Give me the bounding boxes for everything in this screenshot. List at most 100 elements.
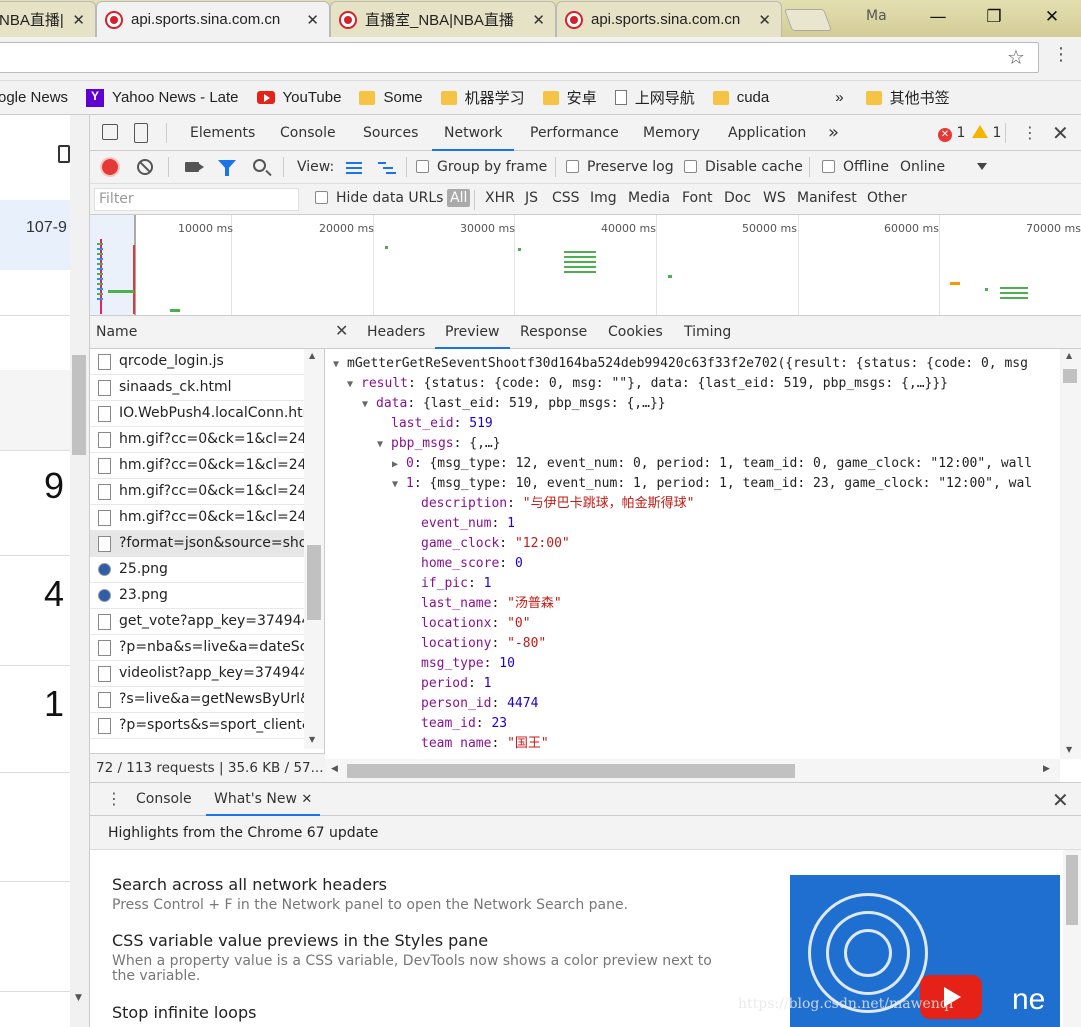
expanded-triangle-icon[interactable]: ▼ — [392, 475, 406, 495]
request-row[interactable]: ?format=json&source=sho... — [90, 531, 304, 557]
request-row[interactable]: qrcode_login.js — [90, 349, 304, 375]
bookmark-folder-some[interactable]: Some — [359, 89, 423, 106]
request-row[interactable]: hm.gif?cc=0&ck=1&cl=24-... — [90, 453, 304, 479]
preview-horizontal-scrollbar[interactable]: ◀ ▶ — [325, 759, 1060, 782]
expanded-triangle-icon[interactable]: ▼ — [347, 375, 361, 395]
devtools-close-icon[interactable]: ✕ — [1052, 121, 1069, 145]
scroll-down-arrow-icon[interactable]: ▼ — [1066, 745, 1072, 754]
filter-type-other[interactable]: Other — [867, 190, 907, 206]
screenshot-camera-icon[interactable] — [185, 162, 204, 172]
bookmark-nav[interactable]: 上网导航 — [614, 87, 695, 108]
tab-console[interactable]: Console — [280, 115, 336, 151]
minimize-icon[interactable]: — — [918, 4, 958, 30]
json-result-line[interactable]: ▼ result: {status: {code: 0, msg: ""}, da… — [325, 374, 1060, 394]
collapsed-triangle-icon[interactable]: ▶ — [392, 455, 406, 475]
scroll-right-arrow-icon[interactable]: ▶ — [1043, 764, 1050, 774]
scroll-down-arrow-icon[interactable]: ▼ — [75, 993, 82, 1003]
tab-cookies[interactable]: Cookies — [608, 316, 663, 349]
drawer-tab-console[interactable]: Console — [136, 783, 192, 816]
tab-headers[interactable]: Headers — [367, 316, 425, 349]
request-row[interactable]: videolist?app_key=3749442 — [90, 661, 304, 687]
scroll-left-arrow-icon[interactable]: ◀ — [331, 764, 338, 774]
json-root-line[interactable]: ▼ mGetterGetReSeventShootf30d164ba524deb9… — [325, 354, 1060, 374]
scroll-up-arrow-icon[interactable]: ▲ — [1066, 351, 1072, 360]
drawer-close-icon[interactable]: ✕ — [1052, 788, 1069, 812]
record-icon[interactable] — [102, 159, 118, 175]
error-counter[interactable]: ✕ 1 — [938, 125, 965, 142]
browser-tab-2[interactable]: api.sports.sina.com.cn ✕ — [96, 1, 330, 37]
request-row[interactable]: ?s=live&a=getNewsByUrl&f — [90, 687, 304, 713]
request-row[interactable]: get_vote?app_key=3749442 — [90, 609, 304, 635]
throttling-select[interactable]: Online — [900, 159, 945, 175]
tab-application[interactable]: Application — [728, 115, 806, 151]
new-tab-button[interactable] — [783, 9, 833, 31]
tab-elements[interactable]: Elements — [190, 115, 255, 151]
device-toolbar-icon[interactable] — [134, 123, 148, 143]
whats-new-item[interactable]: Stop infinite loops — [112, 1003, 732, 1023]
close-icon[interactable]: ✕ — [72, 11, 85, 29]
request-row[interactable]: sinaads_ck.html — [90, 375, 304, 401]
whats-new-item[interactable]: Search across all network headers Press … — [112, 875, 732, 913]
expanded-triangle-icon[interactable]: ▼ — [333, 355, 347, 375]
filter-type-all[interactable]: All — [447, 189, 471, 207]
filter-type-xhr[interactable]: XHR — [485, 190, 515, 206]
search-icon[interactable] — [253, 159, 266, 172]
page-scrollbar[interactable] — [70, 115, 89, 1027]
clear-icon[interactable] — [137, 159, 153, 175]
requests-scrollbar[interactable]: ▲ ▼ — [304, 349, 324, 749]
bookmark-google-news[interactable]: ogle News — [0, 89, 68, 106]
browser-menu-icon[interactable]: ⋮ — [1052, 45, 1070, 65]
request-row[interactable]: ?p=nba&s=live&a=dateSch — [90, 635, 304, 661]
tab-performance[interactable]: Performance — [530, 115, 619, 151]
close-details-icon[interactable]: ✕ — [335, 321, 348, 340]
browser-tab-3[interactable]: 直播室_NBA|NBA直播 ✕ — [330, 1, 556, 37]
close-icon[interactable]: ✕ — [306, 11, 319, 29]
tab-sources[interactable]: Sources — [363, 115, 418, 151]
url-input[interactable] — [0, 42, 1039, 73]
whats-new-item[interactable]: CSS variable value previews in the Style… — [112, 931, 732, 984]
drawer-menu-icon[interactable]: ⋮ — [106, 789, 122, 808]
drawer-tab-whats-new[interactable]: What's New ✕ — [206, 783, 321, 816]
inspect-element-icon[interactable] — [102, 124, 118, 140]
filter-icon[interactable] — [218, 160, 236, 176]
drawer-scrollbar[interactable] — [1063, 850, 1081, 1027]
tab-preview[interactable]: Preview — [435, 316, 510, 349]
request-row[interactable]: hm.gif?cc=0&ck=1&cl=24-... — [90, 427, 304, 453]
window-close-icon[interactable]: ✕ — [1032, 4, 1072, 30]
filter-input[interactable]: Filter — [94, 188, 299, 211]
dropdown-arrow-icon[interactable] — [977, 163, 987, 170]
expanded-triangle-icon[interactable]: ▼ — [377, 435, 391, 455]
page-scrollbar-thumb[interactable] — [72, 355, 86, 455]
request-row[interactable]: IO.WebPush4.localConn.html — [90, 401, 304, 427]
preview-vertical-scrollbar[interactable]: ▲ ▼ — [1060, 349, 1081, 759]
scroll-down-arrow-icon[interactable]: ▼ — [309, 735, 315, 744]
tab-timing[interactable]: Timing — [684, 316, 731, 349]
tab-network[interactable]: Network — [432, 115, 515, 151]
devtools-menu-icon[interactable]: ⋮ — [1022, 123, 1038, 143]
bookmark-folder-android[interactable]: 安卓 — [542, 87, 597, 108]
request-row[interactable]: hm.gif?cc=0&ck=1&cl=24-... — [90, 479, 304, 505]
tab-memory[interactable]: Memory — [643, 115, 700, 151]
filter-type-media[interactable]: Media — [628, 190, 670, 206]
disable-cache-checkbox[interactable]: Disable cache — [684, 159, 803, 175]
filter-type-manifest[interactable]: Manifest — [797, 190, 857, 206]
tab-response[interactable]: Response — [520, 316, 587, 349]
name-column-header[interactable]: Name — [90, 316, 325, 349]
request-row[interactable]: hm.gif?cc=0&ck=1&cl=24-... — [90, 505, 304, 531]
bookmark-youtube[interactable]: YouTube — [256, 89, 341, 106]
filter-type-doc[interactable]: Doc — [724, 190, 751, 206]
filter-type-img[interactable]: Img — [590, 190, 617, 206]
close-icon[interactable]: ✕ — [532, 11, 545, 29]
filter-type-font[interactable]: Font — [682, 190, 712, 206]
warning-counter[interactable]: 1 — [972, 125, 1001, 141]
bookmark-yahoo-news[interactable]: Y Yahoo News - Late — [86, 88, 239, 107]
profile-name[interactable]: Ma — [866, 8, 887, 24]
filter-type-js[interactable]: JS — [525, 190, 538, 206]
offline-checkbox[interactable]: Offline — [822, 159, 889, 175]
preview-hscroll-thumb[interactable] — [347, 764, 795, 778]
network-overview[interactable]: 10000 ms 20000 ms 30000 ms 40000 ms 5000… — [90, 215, 1081, 316]
request-row[interactable]: ?p=sports&s=sport_client& — [90, 713, 304, 739]
hide-data-urls-checkbox[interactable]: Hide data URLs — [315, 190, 443, 206]
drawer-scrollbar-thumb[interactable] — [1066, 855, 1078, 925]
maximize-icon[interactable]: ❐ — [974, 4, 1014, 30]
